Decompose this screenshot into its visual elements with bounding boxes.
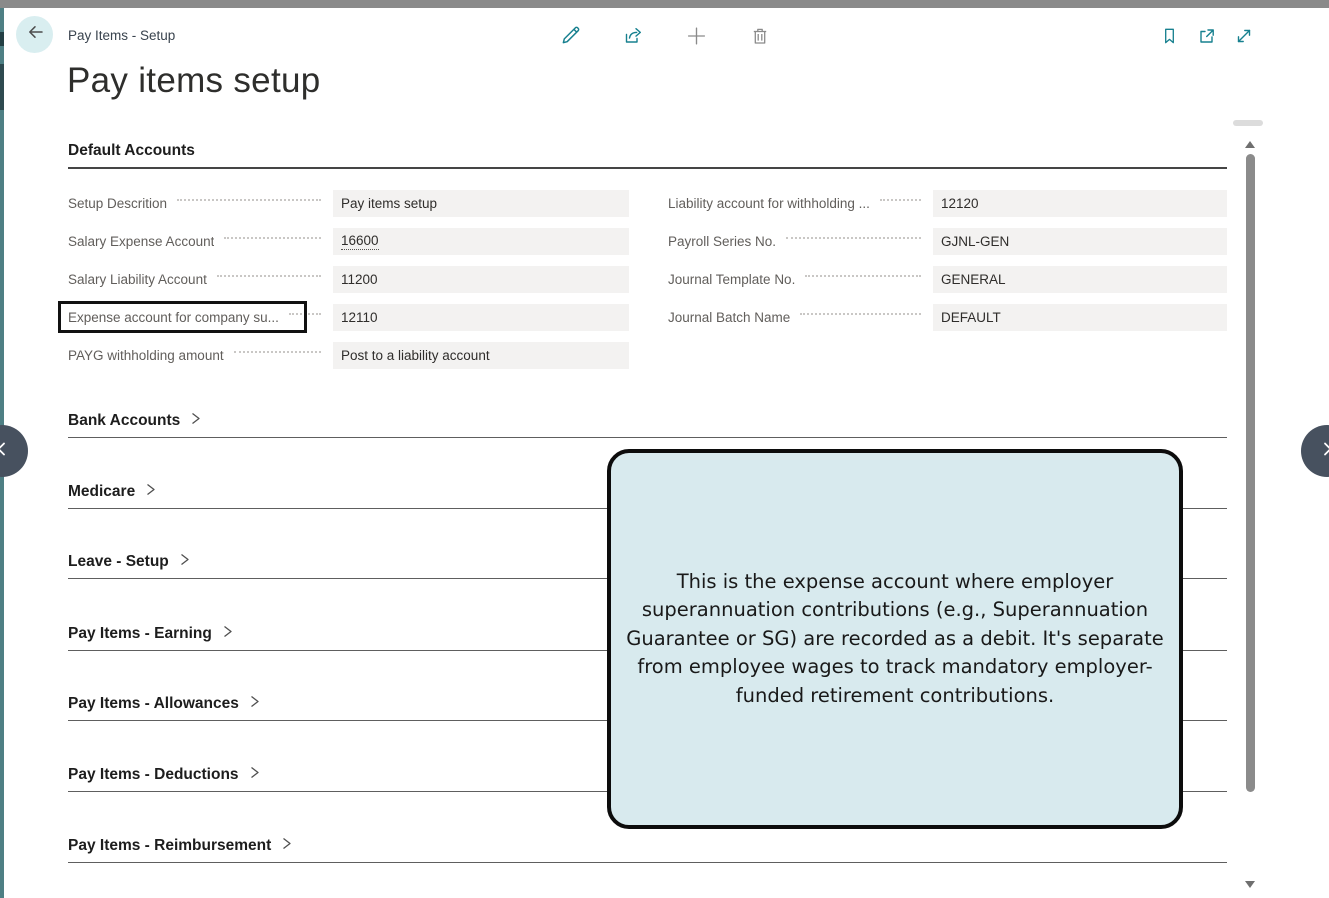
- field-value-input[interactable]: Pay items setup: [333, 190, 629, 217]
- field-value-input[interactable]: 12110: [333, 304, 629, 331]
- section-header-pay-items-reimbursement[interactable]: Pay Items - Reimbursement: [68, 833, 1227, 859]
- field-row: Payroll Series No.GJNL-GEN: [668, 228, 1227, 255]
- chevron-left-icon: [0, 438, 13, 465]
- scroll-down-icon[interactable]: [1245, 881, 1255, 888]
- section-title: Leave - Setup: [68, 553, 169, 571]
- dot-leader: [880, 199, 921, 201]
- collapsed-section: Bank Accounts: [68, 408, 1227, 438]
- back-button[interactable]: [16, 16, 53, 53]
- field-row: PAYG withholding amountPost to a liabili…: [68, 342, 629, 369]
- back-arrow-icon: [25, 22, 45, 47]
- chevron-right-icon: [144, 482, 157, 502]
- field-row: Expense account for company su...12110: [68, 304, 629, 331]
- dot-leader: [234, 351, 321, 353]
- dot-leader: [289, 313, 321, 315]
- field-row: Setup DescritionPay items setup: [68, 190, 629, 217]
- dot-leader: [224, 237, 321, 239]
- bookmark-icon[interactable]: [1159, 25, 1180, 46]
- section-title: Pay Items - Deductions: [68, 766, 239, 784]
- share-icon[interactable]: [623, 25, 644, 46]
- annotation-tooltip: This is the expense account where employ…: [607, 449, 1183, 829]
- section-title[interactable]: Default Accounts: [68, 141, 1227, 167]
- dot-leader: [217, 275, 321, 277]
- field-row: Salary Liability Account11200: [68, 266, 629, 293]
- open-in-new-window-icon[interactable]: [1196, 25, 1217, 46]
- chevron-right-icon: [221, 624, 234, 644]
- window-controls: [1159, 25, 1254, 46]
- chevron-right-icon: [1316, 438, 1329, 465]
- expand-fullscreen-icon[interactable]: [1233, 25, 1254, 46]
- next-record-button[interactable]: [1301, 425, 1329, 477]
- field-label: Setup Descrition: [68, 190, 333, 217]
- field-row: Journal Template No.GENERAL: [668, 266, 1227, 293]
- field-label: Liability account for withholding ...: [668, 190, 933, 217]
- breadcrumb[interactable]: Pay Items - Setup: [68, 28, 175, 43]
- field-value-input[interactable]: DEFAULT: [933, 304, 1227, 331]
- previous-record-button[interactable]: [0, 425, 28, 477]
- window-top-edge: [0, 0, 1329, 8]
- form-right-column: Liability account for withholding ...121…: [668, 190, 1227, 331]
- field-label: PAYG withholding amount: [68, 342, 333, 369]
- dot-leader: [177, 199, 321, 201]
- field-label: Journal Batch Name: [668, 304, 933, 331]
- dot-leader: [805, 275, 921, 277]
- section-divider: [68, 862, 1227, 863]
- scroll-up-icon[interactable]: [1245, 141, 1255, 148]
- delete-trash-icon[interactable]: [749, 25, 770, 46]
- field-value-input[interactable]: GJNL-GEN: [933, 228, 1227, 255]
- form-left-column: Setup DescritionPay items setupSalary Ex…: [68, 190, 629, 369]
- field-label: Salary Liability Account: [68, 266, 333, 293]
- field-row: Salary Expense Account16600: [68, 228, 629, 255]
- field-label: Salary Expense Account: [68, 228, 333, 255]
- field-label: Expense account for company su...: [68, 304, 333, 331]
- field-label: Payroll Series No.: [668, 228, 933, 255]
- scrollbar-cap: [1233, 120, 1263, 126]
- field-row: Liability account for withholding ...121…: [668, 190, 1227, 217]
- edit-pencil-icon[interactable]: [560, 25, 581, 46]
- field-value-input[interactable]: 12120: [933, 190, 1227, 217]
- field-value-input[interactable]: GENERAL: [933, 266, 1227, 293]
- chevron-right-icon: [189, 411, 202, 431]
- page-toolbar: [560, 25, 770, 46]
- page-title: Pay items setup: [67, 61, 321, 101]
- section-divider: [68, 167, 1227, 169]
- annotation-tooltip-text: This is the expense account where employ…: [625, 568, 1165, 711]
- field-row: Journal Batch NameDEFAULT: [668, 304, 1227, 331]
- section-default-accounts: Default Accounts: [68, 141, 1227, 169]
- field-value-input[interactable]: 11200: [333, 266, 629, 293]
- dot-leader: [800, 313, 921, 315]
- collapsed-section: Pay Items - Reimbursement: [68, 833, 1227, 863]
- field-value-input[interactable]: 16600: [333, 228, 629, 255]
- chevron-right-icon: [248, 765, 261, 785]
- add-plus-icon[interactable]: [686, 25, 707, 46]
- chevron-right-icon: [248, 694, 261, 714]
- section-title: Pay Items - Reimbursement: [68, 837, 271, 855]
- chevron-right-icon: [178, 552, 191, 572]
- section-header-bank-accounts[interactable]: Bank Accounts: [68, 408, 1227, 434]
- field-label: Journal Template No.: [668, 266, 933, 293]
- scrollbar-thumb[interactable]: [1246, 154, 1255, 792]
- chevron-right-icon: [280, 836, 293, 856]
- section-title: Pay Items - Allowances: [68, 695, 239, 713]
- field-value-input[interactable]: Post to a liability account: [333, 342, 629, 369]
- dot-leader: [786, 237, 921, 239]
- section-divider: [68, 437, 1227, 438]
- section-title: Medicare: [68, 483, 135, 501]
- section-title: Bank Accounts: [68, 412, 180, 430]
- section-title: Pay Items - Earning: [68, 625, 212, 643]
